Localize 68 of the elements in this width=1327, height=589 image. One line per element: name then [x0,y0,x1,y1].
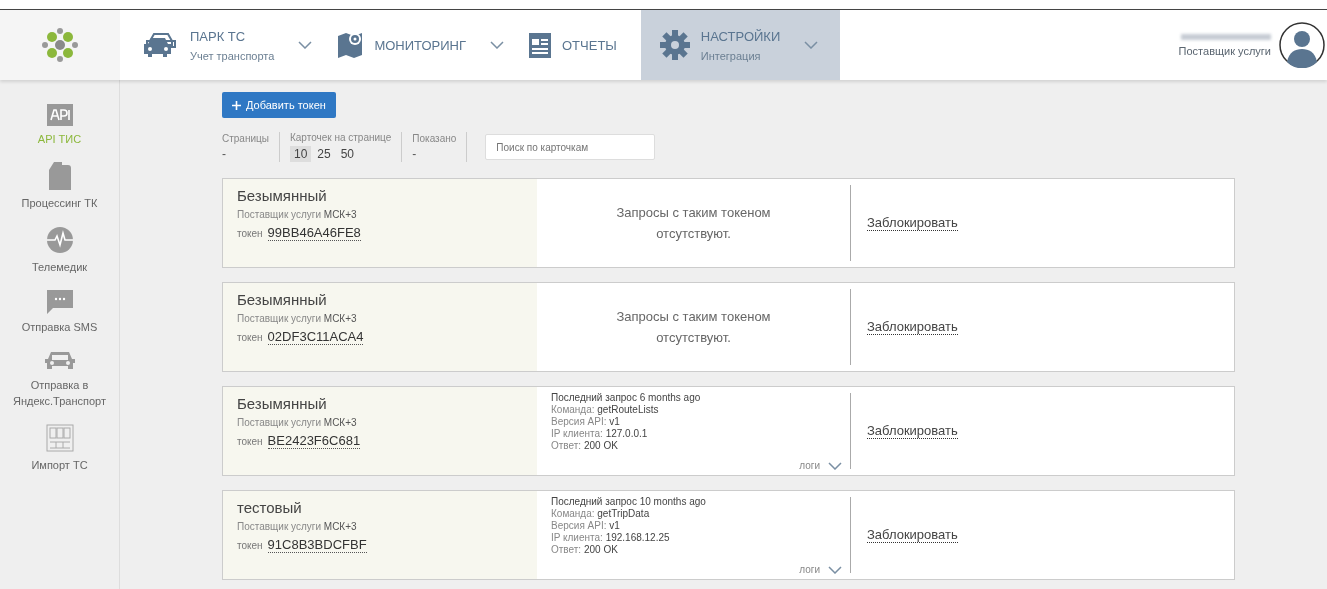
no-requests-message: Запросы с таким токеном отсутствуют. [615,203,772,243]
no-requests-message: Запросы с таким токеном отсутствуют. [615,307,772,347]
pulse-icon [45,225,74,254]
logs-link[interactable]: логи [799,564,820,575]
page-size-option[interactable]: 25 [313,146,335,162]
filter-label: Показано [412,133,457,144]
filter-value: - [222,147,227,161]
avatar-icon[interactable] [1279,22,1325,68]
logs-link[interactable]: логи [799,460,820,471]
token-value: 91C8B3BDCFBF [267,537,367,553]
sidebar-item[interactable]: Процессинг ТК [0,161,119,212]
request-detail: Ответ: 200 OK [551,440,619,452]
token-label: токен [237,436,263,447]
map-pin-icon [336,30,365,60]
token-value: 02DF3C11ACA4 [267,329,364,345]
page-size-option[interactable]: 50 [336,146,359,162]
token-name: Безымянный [237,187,328,204]
search-field[interactable]: Поиск по карточкам [485,134,656,160]
chat-icon [46,289,73,314]
token-name: Безымянный [237,395,328,412]
block-link[interactable]: Заблокировать [867,319,958,335]
request-detail: Версия API: v1 [551,416,621,428]
filter-label: Карточек на странице [289,132,392,143]
add-token-button[interactable]: Добавить токен [222,92,336,118]
canister-icon [47,161,72,190]
block-link[interactable]: Заблокировать [867,527,958,543]
nav-tab[interactable]: МОНИТОРИНГ [328,10,520,80]
token-label: токен [237,540,263,551]
token-value: BE2423F6C681 [267,433,361,449]
token-name: Безымянный [237,291,328,308]
import-grid-icon [45,423,74,452]
settings-icon [658,29,691,61]
block-link[interactable]: Заблокировать [867,423,958,439]
request-detail: Ответ: 200 OK [551,544,619,556]
request-detail: Последний запрос 10 months ago [551,496,706,508]
provider-text: Поставщик услуги МСК+3 [237,209,358,220]
report-icon [528,31,552,59]
car-icon [44,349,75,372]
request-detail: IP клиента: 192.168.12.25 [551,532,671,544]
provider-text: Поставщик услуги МСК+3 [237,417,358,428]
token-value: 99BB46A46FE8 [267,225,361,241]
page-size-option[interactable]: 10 [289,146,312,162]
provider-text: Поставщик услуги МСК+3 [237,521,358,532]
filter-label: Страницы [222,133,269,144]
sidebar-item[interactable]: Отправка SMS [0,289,119,336]
user-role: Поставщик услуги [1178,44,1271,57]
token-name: тестовый [237,499,303,516]
chevron-down-icon[interactable] [828,565,842,574]
chevron-down-icon[interactable] [828,461,842,470]
request-detail: Команда: getTripData [551,508,651,520]
logo-icon[interactable] [40,25,80,65]
nav-tab[interactable]: НАСТРОЙКИ Интеграция [640,10,841,80]
sidebar-item[interactable]: Отправка в Яндекс.Транспорт [0,349,119,410]
token-label: токен [237,228,263,239]
plus-icon [232,100,241,110]
request-detail: IP клиента: 127.0.0.1 [551,428,649,440]
sidebar-item[interactable]: Импорт ТС [0,423,119,474]
nav-tab[interactable]: ОТЧЕТЫ [520,10,633,80]
block-link[interactable]: Заблокировать [867,215,958,231]
request-detail: Команда: getRouteLists [551,404,660,416]
request-detail: Последний запрос 6 months ago [551,392,701,404]
token-label: токен [237,332,263,343]
api-icon [46,104,73,126]
request-detail: Версия API: v1 [551,520,621,532]
filter-value: - [412,147,418,161]
provider-text: Поставщик услуги МСК+3 [237,313,358,324]
sidebar-item[interactable]: Телемедик [0,225,119,276]
nav-tab[interactable]: ПАРК ТС Учет транспорта [134,10,329,80]
